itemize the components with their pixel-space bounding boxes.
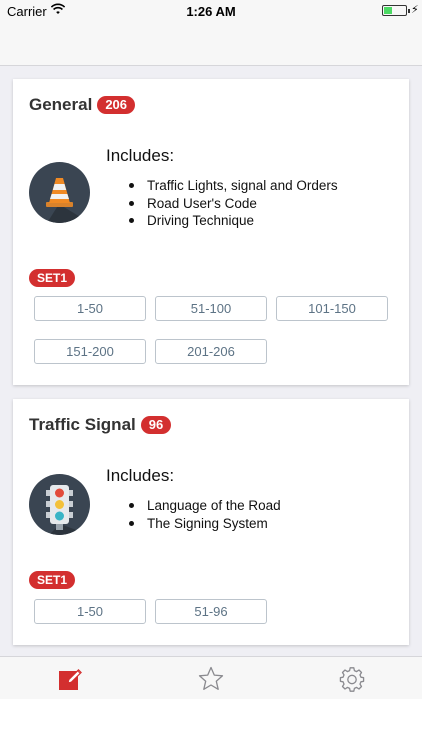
category-title-row: General 206 [29, 95, 136, 115]
category-card-traffic-signal: Traffic Signal 96 Includes: Language of … [13, 399, 409, 645]
includes-heading: Includes: [106, 146, 175, 165]
question-count-badge: 206 [97, 96, 136, 114]
charging-icon: ⚡ [411, 4, 419, 16]
includes-list: Language of the Road The Signing System [129, 497, 281, 532]
battery-level-fill [384, 7, 392, 14]
includes-item: Road User's Code [129, 195, 338, 213]
range-button-151-200[interactable]: 151-200 [34, 339, 146, 364]
set-badge: SET1 [29, 269, 76, 287]
includes-list: Traffic Lights, signal and Orders Road U… [129, 177, 338, 230]
clock: 1:26 AM [186, 4, 236, 19]
bottom-area [0, 699, 422, 750]
range-button-201-206[interactable]: 201-206 [155, 339, 267, 364]
set-badge: SET1 [29, 571, 76, 589]
includes-item: Driving Technique [129, 212, 338, 230]
battery-icon [382, 5, 410, 16]
includes-heading: Includes: [106, 466, 175, 485]
includes-item: Traffic Lights, signal and Orders [129, 177, 338, 195]
star-icon [198, 666, 224, 690]
traffic-light-icon [29, 474, 90, 535]
traffic-cone-icon [29, 162, 90, 223]
includes-item: Language of the Road [129, 497, 281, 515]
tab-settings[interactable] [282, 657, 422, 700]
range-button-1-50[interactable]: 1-50 [34, 296, 146, 321]
tab-bar [0, 656, 422, 699]
category-title: General [29, 95, 93, 114]
gear-icon [339, 667, 365, 692]
range-button-101-150[interactable]: 101-150 [276, 296, 388, 321]
tab-favorites[interactable] [141, 657, 281, 700]
range-button-51-100[interactable]: 51-100 [155, 296, 267, 321]
edit-icon [59, 669, 82, 690]
includes-item: The Signing System [129, 515, 281, 533]
category-title: Traffic Signal [29, 415, 136, 434]
question-count-badge: 96 [140, 416, 172, 434]
navigation-bar [0, 22, 422, 66]
range-button-51-96[interactable]: 51-96 [155, 599, 267, 624]
category-card-general: General 206 Includes: Traffic Lights, si… [13, 79, 409, 385]
status-bar: Carrier 1:26 AM ⚡ [0, 0, 422, 22]
category-title-row: Traffic Signal 96 [29, 415, 172, 435]
range-button-1-50[interactable]: 1-50 [34, 599, 146, 624]
tab-practice[interactable] [0, 657, 140, 700]
